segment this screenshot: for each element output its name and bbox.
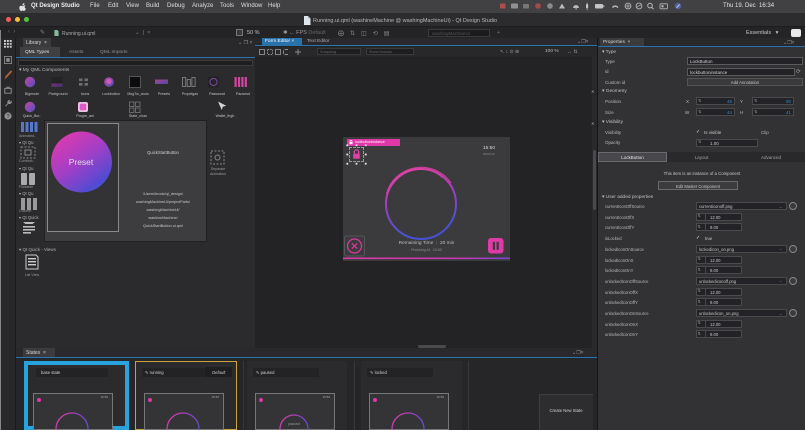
svg-text:15:50: 15:50 — [212, 395, 220, 399]
svg-text:15:50: 15:50 — [101, 395, 109, 399]
svg-text:paused: paused — [288, 422, 300, 426]
svg-text:15:50: 15:50 — [322, 395, 330, 399]
svg-text:?: ? — [6, 114, 9, 120]
svg-text:15:50: 15:50 — [436, 395, 444, 399]
